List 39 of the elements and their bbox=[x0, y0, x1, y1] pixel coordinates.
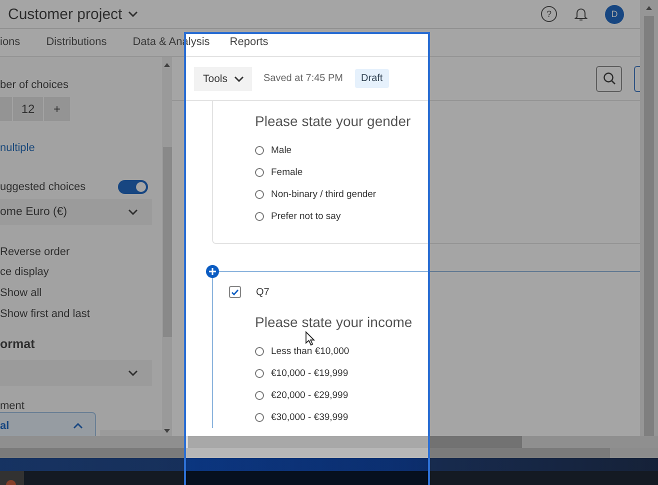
plus-icon bbox=[209, 268, 216, 275]
caret-icon bbox=[234, 76, 244, 82]
draft-badge: Draft bbox=[355, 69, 389, 88]
question-number: Q7 bbox=[256, 286, 270, 298]
answer-choice[interactable]: Female bbox=[255, 161, 640, 183]
radio-button[interactable] bbox=[255, 390, 264, 400]
radio-button[interactable] bbox=[255, 346, 264, 356]
field-label: ber of choices bbox=[0, 78, 70, 93]
nav-tab[interactable]: ions bbox=[0, 29, 20, 56]
answer-choice[interactable]: €20,000 - €29,999 bbox=[255, 384, 640, 406]
option-label[interactable]: Show all bbox=[0, 282, 162, 303]
nav-tab[interactable]: Distributions bbox=[46, 29, 107, 56]
field-label: ment bbox=[0, 399, 26, 414]
radio-button[interactable] bbox=[255, 412, 264, 422]
option-label[interactable]: Show first and last bbox=[0, 303, 162, 324]
project-title[interactable]: Customer project bbox=[8, 6, 138, 22]
toggle-label: uggested choices bbox=[0, 181, 86, 193]
tools-button[interactable]: Tools bbox=[194, 66, 252, 90]
radio-button[interactable] bbox=[255, 168, 264, 176]
link[interactable]: nultiple bbox=[0, 137, 162, 159]
answer-choice[interactable]: €10,000 - €19,999 bbox=[255, 362, 640, 384]
option-label[interactable]: Reverse order bbox=[0, 241, 162, 262]
checkbox[interactable] bbox=[229, 286, 241, 298]
answer-choice[interactable]: Male bbox=[255, 139, 640, 161]
radio-button[interactable] bbox=[255, 146, 264, 154]
radio-button[interactable] bbox=[255, 212, 264, 220]
nav-tab[interactable]: Reports bbox=[230, 29, 268, 56]
mouse-pointer-icon bbox=[305, 331, 315, 346]
answer-choice[interactable]: Non-binary / third gender bbox=[255, 183, 640, 205]
save-status: Saved at 7:45 PM bbox=[264, 73, 344, 84]
radio-button[interactable] bbox=[255, 190, 264, 198]
question-text: Please state your gender bbox=[255, 113, 412, 129]
answer-choice[interactable]: Prefer not to say bbox=[255, 205, 640, 227]
field-label: ce display bbox=[0, 265, 50, 280]
section-heading: ormat bbox=[0, 336, 36, 353]
answer-choice[interactable]: €30,000 - €39,999 bbox=[255, 406, 640, 428]
add-button[interactable] bbox=[206, 265, 219, 278]
question-text: Please state your income bbox=[255, 314, 414, 330]
radio-button[interactable] bbox=[255, 368, 264, 378]
